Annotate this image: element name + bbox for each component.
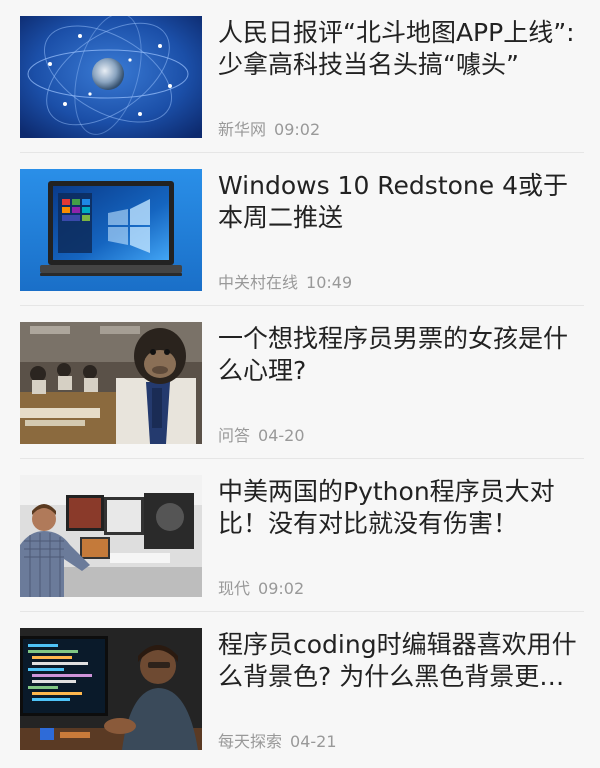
chimpanzee-office-image[interactable] (20, 322, 202, 444)
news-time: 10:49 (306, 273, 353, 292)
news-meta: 中关村在线 10:49 (218, 269, 352, 293)
news-source: 现代 (218, 579, 251, 598)
news-source: 问答 (218, 426, 251, 445)
news-title[interactable]: Windows 10 Redstone 4或于本周二推送 (218, 170, 584, 234)
news-time: 09:02 (258, 579, 305, 598)
news-feed: 人民日报评“北斗地图APP上线”:少拿高科技当名头搞“噱头” 新华网 09:02 (0, 0, 600, 768)
programmer-desk-icon (20, 475, 202, 597)
coder-dark-screen-icon (20, 628, 202, 750)
news-meta: 新华网 09:02 (218, 116, 320, 140)
news-title[interactable]: 一个想找程序员男票的女孩是什么心理? (218, 323, 584, 387)
news-title[interactable]: 程序员coding时编辑器喜欢用什么背景色? 为什么黑色背景更受欢迎 (218, 629, 584, 693)
news-item[interactable]: Windows 10 Redstone 4或于本周二推送 中关村在线 10:49 (0, 153, 600, 306)
chimpanzee-office-icon (20, 322, 202, 444)
laptop-icon (20, 169, 202, 291)
news-meta: 问答 04-20 (218, 422, 305, 446)
news-title[interactable]: 人民日报评“北斗地图APP上线”:少拿高科技当名头搞“噱头” (218, 17, 584, 81)
news-item[interactable]: 一个想找程序员男票的女孩是什么心理? 问答 04-20 (0, 306, 600, 459)
globe-satellite-icon (20, 16, 202, 138)
coder-dark-screen-image[interactable] (20, 628, 202, 750)
news-item[interactable]: 中美两国的Python程序员大对比！没有对比就没有伤害！ 现代 09:02 (0, 459, 600, 612)
globe-satellite-image[interactable] (20, 16, 202, 138)
news-time: 04-21 (290, 732, 337, 751)
news-meta: 每天探索 04-21 (218, 728, 337, 752)
news-source: 每天探索 (218, 732, 283, 751)
news-title[interactable]: 中美两国的Python程序员大对比！没有对比就没有伤害！ (218, 476, 584, 540)
news-source: 中关村在线 (218, 273, 299, 292)
news-item[interactable]: 程序员coding时编辑器喜欢用什么背景色? 为什么黑色背景更受欢迎 每天探索 0… (0, 612, 600, 765)
news-time: 09:02 (274, 120, 321, 139)
programmer-desk-image[interactable] (20, 475, 202, 597)
news-meta: 现代 09:02 (218, 575, 304, 599)
news-source: 新华网 (218, 120, 267, 139)
news-item[interactable]: 人民日报评“北斗地图APP上线”:少拿高科技当名头搞“噱头” 新华网 09:02 (0, 0, 600, 153)
news-time: 04-20 (258, 426, 305, 445)
laptop-image[interactable] (20, 169, 202, 291)
